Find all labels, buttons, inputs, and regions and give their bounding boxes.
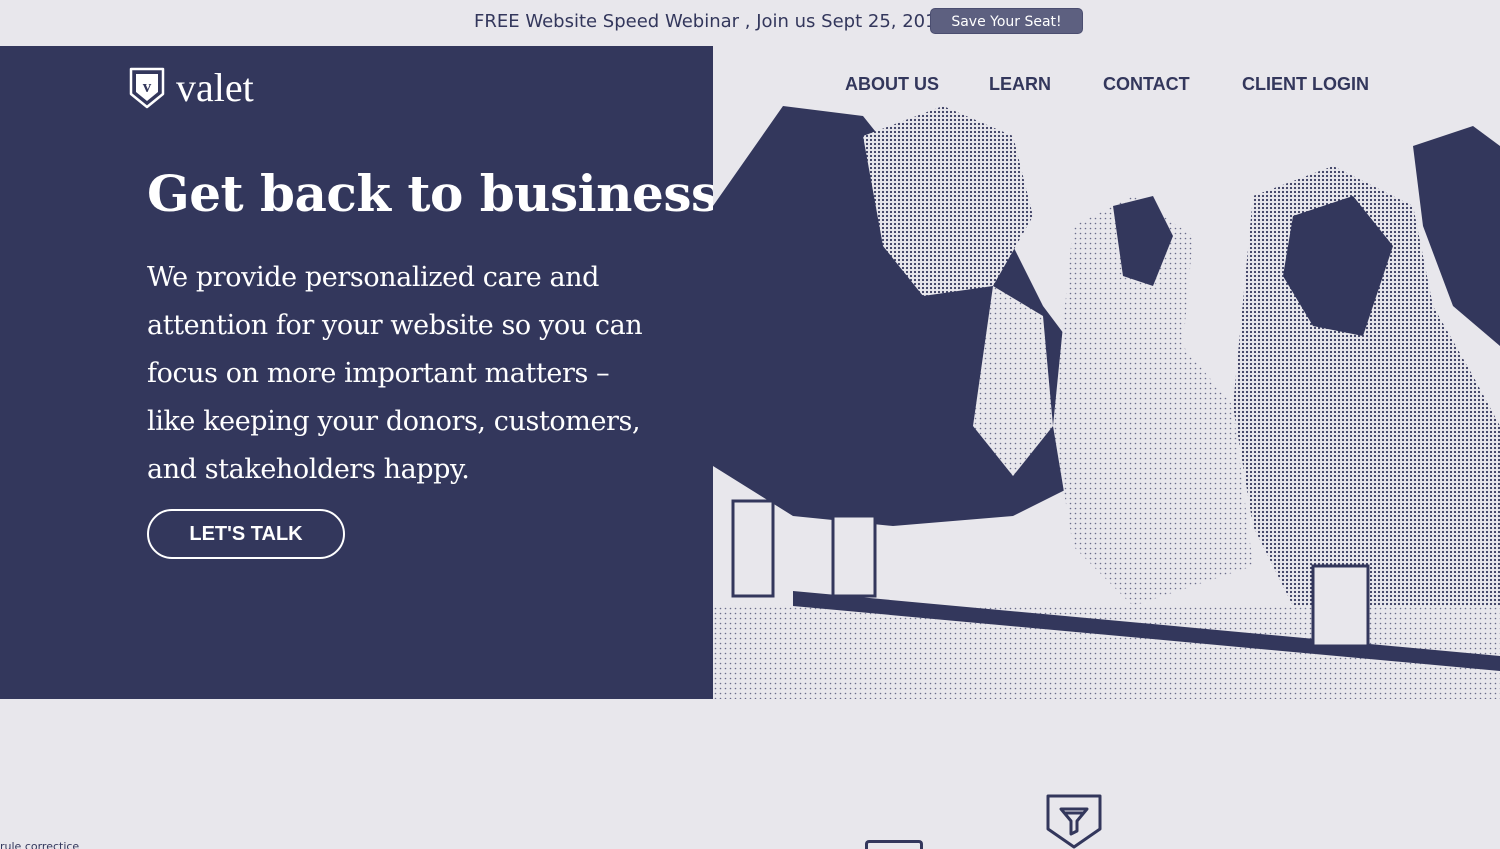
announcement-text: FREE Website Speed Webinar , Join us Sep…: [474, 11, 949, 32]
nav-learn[interactable]: LEARN: [989, 74, 1051, 95]
hero-section: v valet Get back to business. We provide…: [0, 46, 1500, 699]
nav-about-us[interactable]: ABOUT US: [845, 74, 939, 95]
nav-contact[interactable]: CONTACT: [1103, 74, 1190, 95]
feature-card-top: [865, 840, 923, 849]
shield-funnel-icon: [1046, 794, 1102, 849]
announcement-bar: FREE Website Speed Webinar , Join us Sep…: [0, 0, 1500, 46]
nav-client-login[interactable]: CLIENT LOGIN: [1242, 74, 1369, 95]
logo-letter: v: [143, 77, 152, 96]
hero-team-photo: [713, 46, 1500, 699]
brand-name: valet: [176, 65, 254, 110]
shield-v-icon: v: [129, 67, 165, 109]
team-photo-illustration: [713, 106, 1500, 699]
corner-text: rule correctice: [0, 840, 80, 849]
lets-talk-button[interactable]: LET'S TALK: [147, 509, 345, 559]
hero-panel: v valet Get back to business. We provide…: [0, 46, 736, 699]
logo-link[interactable]: v valet: [128, 66, 254, 110]
hero-body: We provide personalized care and attenti…: [147, 262, 643, 485]
save-your-seat-button[interactable]: Save Your Seat!: [930, 8, 1083, 34]
hero-headline: Get back to business.: [147, 164, 736, 223]
